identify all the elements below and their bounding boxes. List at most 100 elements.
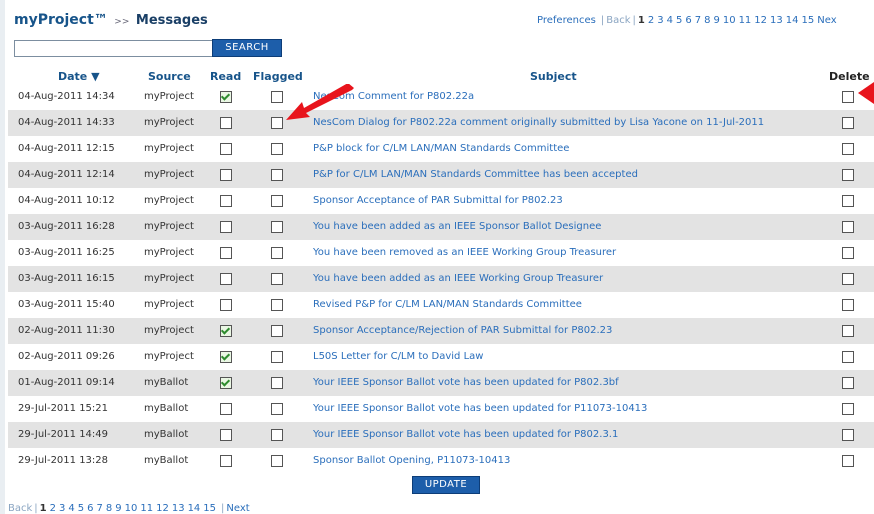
- delete-checkbox[interactable]: [842, 429, 854, 441]
- back-link[interactable]: Back: [8, 503, 32, 514]
- page-link[interactable]: 13: [172, 503, 185, 514]
- message-subject-link[interactable]: L50S Letter for C/LM to David Law: [313, 344, 483, 370]
- page-link[interactable]: 11: [140, 503, 153, 514]
- page-link[interactable]: 14: [188, 503, 201, 514]
- message-subject-link[interactable]: Your IEEE Sponsor Ballot vote has been u…: [313, 396, 647, 422]
- page-link[interactable]: 9: [115, 503, 121, 514]
- delete-checkbox[interactable]: [842, 91, 854, 103]
- delete-checkbox[interactable]: [842, 169, 854, 181]
- column-header-flagged[interactable]: Flagged: [253, 70, 303, 83]
- message-subject-link[interactable]: Sponsor Ballot Opening, P11073-10413: [313, 448, 510, 474]
- column-header-date[interactable]: Date ▼: [58, 70, 100, 83]
- flagged-checkbox[interactable]: [271, 377, 283, 389]
- page-link[interactable]: 6: [87, 503, 93, 514]
- page-link[interactable]: 4: [68, 503, 74, 514]
- flagged-checkbox[interactable]: [271, 143, 283, 155]
- page-link[interactable]: 3: [59, 503, 65, 514]
- page-link[interactable]: 12: [754, 15, 767, 26]
- page-link[interactable]: 7: [97, 503, 103, 514]
- page-link[interactable]: 6: [685, 15, 691, 26]
- page-link[interactable]: 11: [739, 15, 752, 26]
- read-checkbox[interactable]: [220, 91, 232, 103]
- delete-checkbox[interactable]: [842, 351, 854, 363]
- read-checkbox[interactable]: [220, 169, 232, 181]
- read-checkbox[interactable]: [220, 247, 232, 259]
- page-link[interactable]: 14: [786, 15, 799, 26]
- flagged-checkbox[interactable]: [271, 91, 283, 103]
- update-button[interactable]: UPDATE: [412, 476, 480, 494]
- flagged-checkbox[interactable]: [271, 403, 283, 415]
- page-link[interactable]: 8: [704, 15, 710, 26]
- page-link[interactable]: 15: [203, 503, 216, 514]
- message-subject-link[interactable]: Your IEEE Sponsor Ballot vote has been u…: [313, 370, 619, 396]
- message-subject-link[interactable]: P&P for C/LM LAN/MAN Standards Committee…: [313, 162, 638, 188]
- read-checkbox[interactable]: [220, 143, 232, 155]
- column-header-read[interactable]: Read: [210, 70, 241, 83]
- flagged-checkbox[interactable]: [271, 455, 283, 467]
- flagged-checkbox[interactable]: [271, 273, 283, 285]
- page-link[interactable]: 8: [106, 503, 112, 514]
- next-link[interactable]: Nex: [817, 15, 836, 26]
- page-link[interactable]: 13: [770, 15, 783, 26]
- page-link[interactable]: 15: [802, 15, 815, 26]
- read-checkbox[interactable]: [220, 299, 232, 311]
- message-subject-link[interactable]: Sponsor Acceptance of PAR Submittal for …: [313, 188, 563, 214]
- message-subject-link[interactable]: You have been added as an IEEE Sponsor B…: [313, 214, 601, 240]
- preferences-link[interactable]: Preferences: [537, 15, 596, 26]
- flagged-checkbox[interactable]: [271, 429, 283, 441]
- read-checkbox[interactable]: [220, 351, 232, 363]
- brand-link[interactable]: myProject™: [14, 12, 108, 28]
- flagged-checkbox[interactable]: [271, 169, 283, 181]
- delete-checkbox[interactable]: [842, 455, 854, 467]
- message-subject-link[interactable]: NesCom Dialog for P802.22a comment origi…: [313, 110, 764, 136]
- column-header-subject[interactable]: Subject: [530, 70, 577, 83]
- message-subject-link[interactable]: Revised P&P for C/LM LAN/MAN Standards C…: [313, 292, 582, 318]
- page-link[interactable]: 5: [676, 15, 682, 26]
- delete-checkbox[interactable]: [842, 273, 854, 285]
- flagged-checkbox[interactable]: [271, 221, 283, 233]
- page-link[interactable]: 2: [50, 503, 56, 514]
- page-link[interactable]: 10: [723, 15, 736, 26]
- read-checkbox[interactable]: [220, 403, 232, 415]
- flagged-checkbox[interactable]: [271, 351, 283, 363]
- message-subject-link[interactable]: Your IEEE Sponsor Ballot vote has been u…: [313, 422, 618, 448]
- message-subject-link[interactable]: You have been added as an IEEE Working G…: [313, 266, 603, 292]
- delete-checkbox[interactable]: [842, 117, 854, 129]
- page-link[interactable]: 4: [667, 15, 673, 26]
- delete-checkbox[interactable]: [842, 221, 854, 233]
- read-checkbox[interactable]: [220, 377, 232, 389]
- search-button[interactable]: SEARCH: [212, 39, 282, 57]
- back-link[interactable]: Back: [606, 15, 630, 26]
- message-subject-link[interactable]: Sponsor Acceptance/Rejection of PAR Subm…: [313, 318, 612, 344]
- read-checkbox[interactable]: [220, 325, 232, 337]
- message-subject-link[interactable]: P&P block for C/LM LAN/MAN Standards Com…: [313, 136, 569, 162]
- page-link[interactable]: 5: [78, 503, 84, 514]
- delete-checkbox[interactable]: [842, 403, 854, 415]
- read-checkbox[interactable]: [220, 195, 232, 207]
- column-header-source[interactable]: Source: [148, 70, 191, 83]
- delete-checkbox[interactable]: [842, 377, 854, 389]
- flagged-checkbox[interactable]: [271, 325, 283, 337]
- read-checkbox[interactable]: [220, 273, 232, 285]
- read-checkbox[interactable]: [220, 455, 232, 467]
- page-link[interactable]: 7: [695, 15, 701, 26]
- delete-checkbox[interactable]: [842, 195, 854, 207]
- page-link[interactable]: 9: [713, 15, 719, 26]
- search-input[interactable]: [14, 40, 214, 57]
- flagged-checkbox[interactable]: [271, 247, 283, 259]
- delete-checkbox[interactable]: [842, 325, 854, 337]
- page-link[interactable]: 12: [156, 503, 169, 514]
- read-checkbox[interactable]: [220, 429, 232, 441]
- page-link[interactable]: 10: [125, 503, 138, 514]
- next-link[interactable]: Next: [226, 503, 249, 514]
- flagged-checkbox[interactable]: [271, 195, 283, 207]
- delete-checkbox[interactable]: [842, 143, 854, 155]
- delete-checkbox[interactable]: [842, 299, 854, 311]
- flagged-checkbox[interactable]: [271, 117, 283, 129]
- delete-checkbox[interactable]: [842, 247, 854, 259]
- read-checkbox[interactable]: [220, 117, 232, 129]
- read-checkbox[interactable]: [220, 221, 232, 233]
- page-link[interactable]: 3: [657, 15, 663, 26]
- flagged-checkbox[interactable]: [271, 299, 283, 311]
- page-link[interactable]: 2: [648, 15, 654, 26]
